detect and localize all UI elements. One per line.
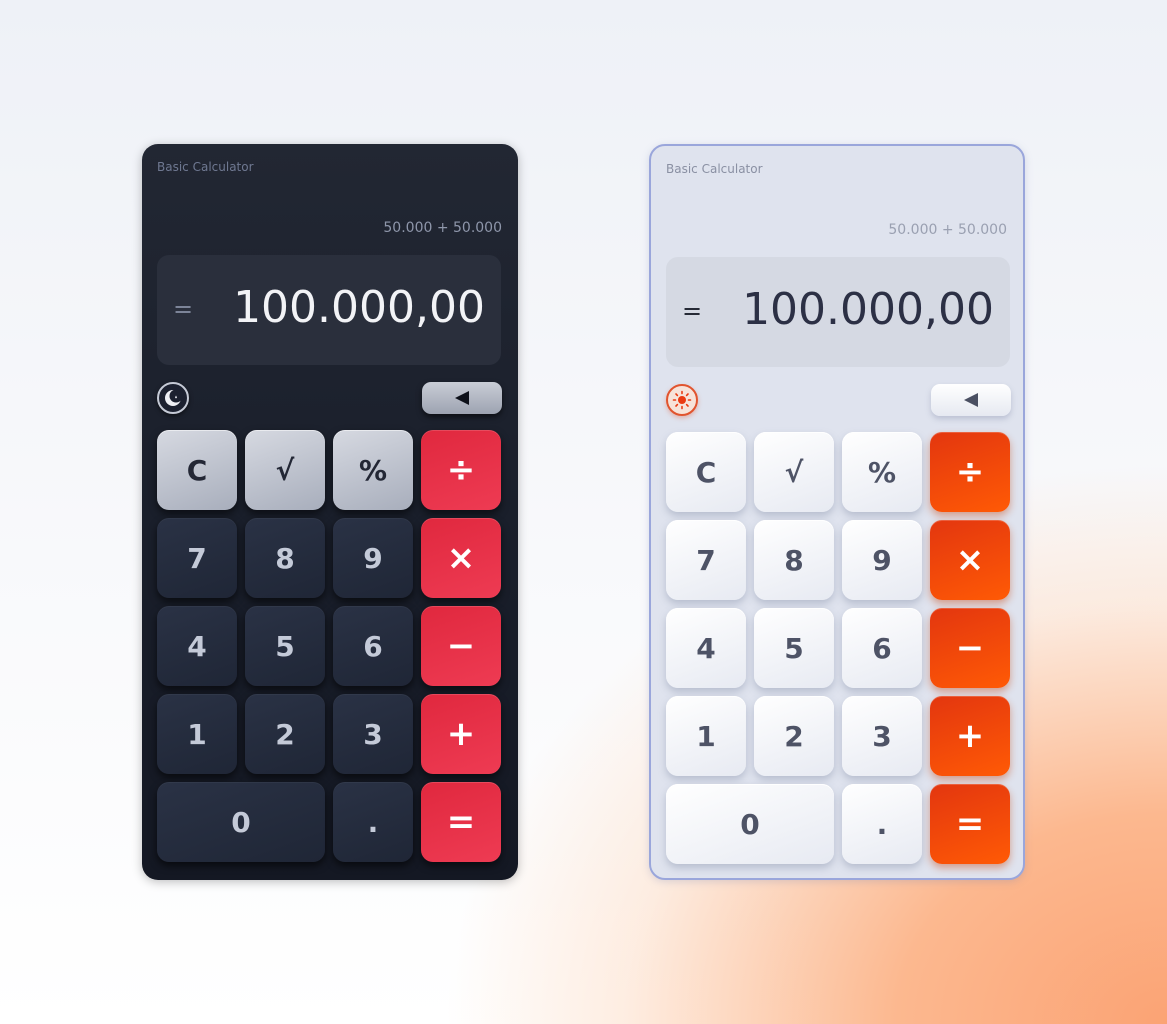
digit-7-button[interactable]: 7 — [666, 520, 746, 600]
calculator-title: Basic Calculator — [157, 160, 254, 174]
plus-button[interactable]: + — [930, 696, 1010, 776]
digit-0-button[interactable]: 0 — [666, 784, 834, 864]
theme-toggle-button[interactable] — [157, 382, 189, 414]
backspace-icon — [964, 393, 978, 407]
digit-4-button[interactable]: 4 — [157, 606, 237, 686]
calculator-title: Basic Calculator — [666, 162, 763, 176]
backspace-button[interactable] — [422, 382, 502, 414]
sqrt-button[interactable]: √ — [245, 430, 325, 510]
digit-8-button[interactable]: 8 — [245, 518, 325, 598]
divide-button[interactable]: ÷ — [930, 432, 1010, 512]
digit-6-button[interactable]: 6 — [842, 608, 922, 688]
expression-display: 50.000 + 50.000 — [383, 220, 502, 236]
digit-1-button[interactable]: 1 — [666, 696, 746, 776]
plus-button[interactable]: + — [421, 694, 501, 774]
sqrt-button[interactable]: √ — [754, 432, 834, 512]
digit-9-button[interactable]: 9 — [333, 518, 413, 598]
digit-5-button[interactable]: 5 — [245, 606, 325, 686]
digit-2-button[interactable]: 2 — [245, 694, 325, 774]
percent-button[interactable]: % — [333, 430, 413, 510]
digit-0-button[interactable]: 0 — [157, 782, 325, 862]
digit-8-button[interactable]: 8 — [754, 520, 834, 600]
digit-9-button[interactable]: 9 — [842, 520, 922, 600]
decimal-button[interactable]: . — [842, 784, 922, 864]
digit-7-button[interactable]: 7 — [157, 518, 237, 598]
result-display: = 100.000,00 — [157, 255, 501, 365]
multiply-button[interactable]: × — [421, 518, 501, 598]
minus-button[interactable]: − — [930, 608, 1010, 688]
calculator-light: Basic Calculator 50.000 + 50.000 = 100.0… — [649, 144, 1025, 880]
result-display: = 100.000,00 — [666, 257, 1010, 367]
minus-button[interactable]: − — [421, 606, 501, 686]
digit-5-button[interactable]: 5 — [754, 608, 834, 688]
clear-button[interactable]: C — [666, 432, 746, 512]
percent-button[interactable]: % — [842, 432, 922, 512]
equals-label: = — [173, 295, 194, 323]
sun-icon — [672, 390, 692, 410]
clear-button[interactable]: C — [157, 430, 237, 510]
backspace-icon — [455, 391, 469, 405]
equals-button[interactable]: = — [930, 784, 1010, 864]
digit-6-button[interactable]: 6 — [333, 606, 413, 686]
calculator-dark: Basic Calculator 50.000 + 50.000 = 100.0… — [142, 144, 518, 880]
multiply-button[interactable]: × — [930, 520, 1010, 600]
result-value: 100.000,00 — [742, 284, 994, 335]
result-value: 100.000,00 — [233, 282, 485, 333]
equals-button[interactable]: = — [421, 782, 501, 862]
divide-button[interactable]: ÷ — [421, 430, 501, 510]
backspace-button[interactable] — [931, 384, 1011, 416]
digit-2-button[interactable]: 2 — [754, 696, 834, 776]
equals-label: = — [682, 297, 703, 325]
digit-1-button[interactable]: 1 — [157, 694, 237, 774]
moon-icon — [165, 389, 183, 406]
decimal-button[interactable]: . — [333, 782, 413, 862]
theme-toggle-button[interactable] — [666, 384, 698, 416]
digit-3-button[interactable]: 3 — [333, 694, 413, 774]
digit-4-button[interactable]: 4 — [666, 608, 746, 688]
expression-display: 50.000 + 50.000 — [888, 222, 1007, 238]
digit-3-button[interactable]: 3 — [842, 696, 922, 776]
